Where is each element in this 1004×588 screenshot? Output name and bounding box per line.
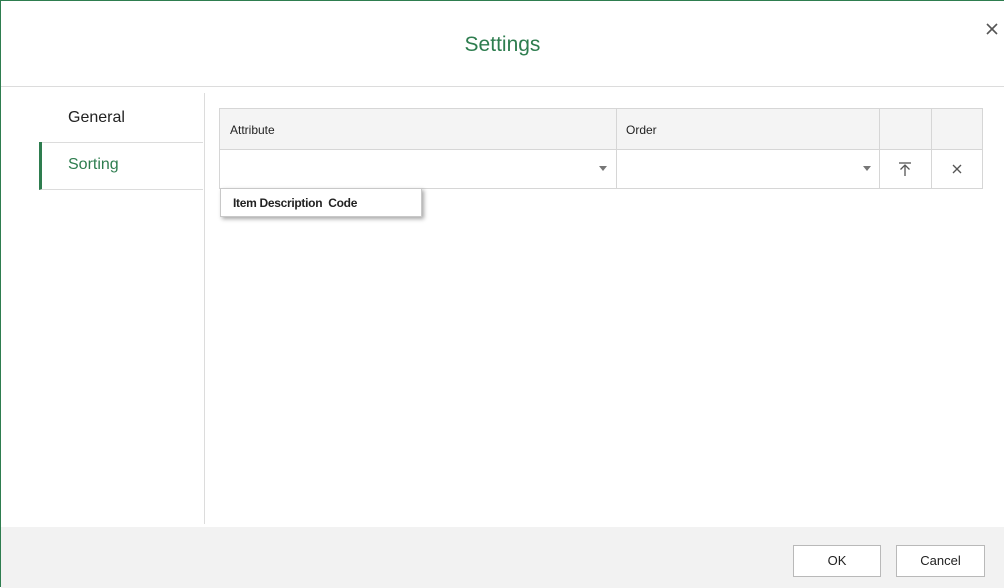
ok-button[interactable]: OK [793,545,881,577]
grid-header-row: Attribute Order [220,109,982,150]
chevron-down-icon [599,166,607,171]
sorting-grid: Attribute Order [219,108,983,189]
delete-row-button[interactable] [932,150,983,188]
column-header-attribute: Attribute [230,123,275,137]
settings-dialog: Settings General Sorting Attribute Order [0,0,1004,588]
column-header-order: Order [626,123,657,137]
attribute-dropdown-list: Item Description Code [220,188,422,217]
attribute-select[interactable] [220,150,616,188]
move-to-top-icon [899,162,911,176]
delete-row-icon [952,164,962,174]
dialog-title: Settings [464,33,541,56]
sidebar-item-general[interactable]: General [39,95,203,143]
dialog-header: Settings [1,1,1004,87]
order-select[interactable] [617,150,879,188]
cancel-button[interactable]: Cancel [896,545,985,577]
sidebar-item-label: Sorting [68,156,119,173]
sidebar-item-sorting[interactable]: Sorting [39,142,203,190]
sidebar-item-label: General [68,109,125,126]
move-to-top-button[interactable] [880,150,931,188]
settings-sidebar: General Sorting [1,93,205,524]
chevron-down-icon [863,166,871,171]
dropdown-option-item-description-code[interactable]: Item Description Code [233,196,357,210]
close-icon[interactable] [983,20,1001,38]
dialog-footer: OK Cancel [1,527,1004,588]
